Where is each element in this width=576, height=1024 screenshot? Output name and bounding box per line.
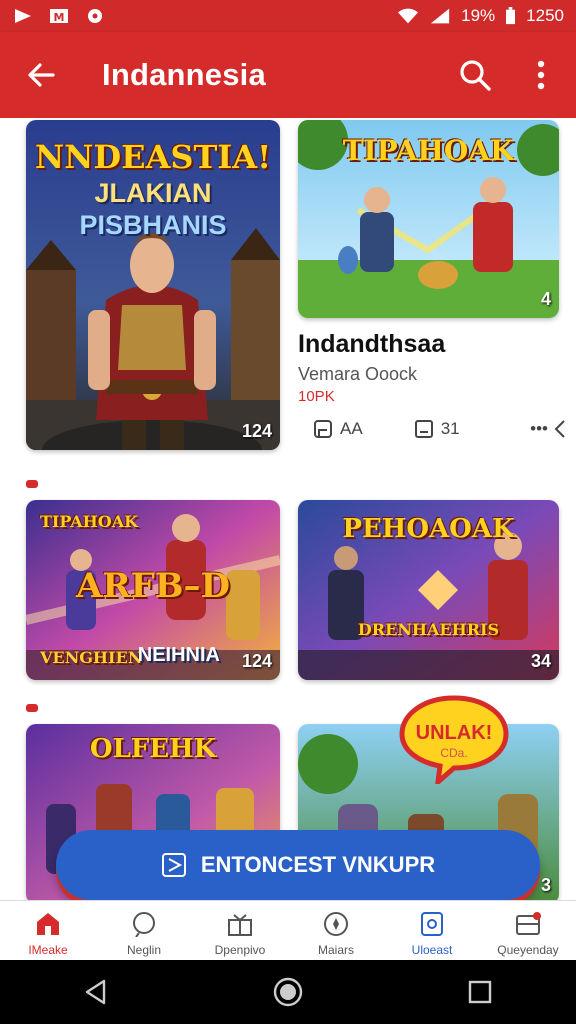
poster-title: NNDEASTIA! (34, 138, 272, 176)
promo-bubble[interactable]: UNLAK! CDa. (398, 694, 510, 789)
game-count: 34 (530, 651, 551, 671)
game-card[interactable]: PEHOAOAK DRENHAEHRIS 34 (298, 500, 559, 680)
promo-subtext: CDa. (440, 746, 468, 760)
circle-home-icon (273, 977, 303, 1007)
signal-icon (430, 8, 450, 24)
nav-item-home[interactable]: IMeake (0, 901, 96, 961)
thumbnail-title: TIPAHOAK (342, 134, 515, 167)
chat-icon (133, 912, 155, 937)
arrow-back-icon (28, 63, 55, 87)
nav-label: IMeake (28, 943, 68, 957)
section-marker (26, 480, 38, 488)
nav-label: Neglin (126, 943, 162, 957)
more-action[interactable]: ••• (530, 419, 566, 439)
library-icon (421, 912, 443, 936)
game-count: 124 (241, 651, 272, 671)
add-action[interactable]: AA (312, 418, 363, 440)
app-notification-icon: M (50, 9, 68, 24)
svg-text:M: M (54, 11, 65, 24)
nav-item-inbox[interactable]: Queyenday (480, 901, 576, 961)
content-scroll[interactable]: NNDEASTIA! JLAKIAN PISBHANIS 124 TIPAHOA… (0, 118, 576, 900)
nav-item-explore[interactable]: Maiars (288, 901, 384, 961)
triangle-back-icon (85, 979, 106, 1005)
game-tag-right: NEIHNIA (137, 644, 220, 666)
record-icon (88, 9, 102, 23)
more-vert-icon (537, 60, 545, 90)
system-recents-button[interactable] (450, 962, 510, 1022)
comment-action-count: 31 (440, 419, 460, 438)
inbox-icon (516, 912, 541, 935)
play-icon (161, 853, 186, 877)
poster-count: 124 (241, 421, 272, 441)
game-mid-label: DRENHAEHRIS (357, 620, 500, 639)
nav-label: Dpenpivo (214, 943, 266, 957)
nav-item-gift[interactable]: Dpenpivo (192, 901, 288, 961)
poster-subtitle-2: PISBHANIS (79, 210, 227, 240)
cta-label: ENTONCEST VNKUPR (200, 852, 436, 877)
nav-label: Queyenday (497, 943, 559, 957)
item-title: Indandthsaa (298, 330, 446, 358)
more-dots: ••• (530, 419, 548, 438)
add-action-count: AA (340, 419, 363, 438)
comment-action[interactable]: 31 (413, 418, 460, 440)
chevron-left-icon (554, 420, 565, 438)
nav-label: Uloeast (411, 943, 453, 957)
system-navigation-bar (0, 960, 576, 1024)
home-icon (37, 913, 59, 935)
featured-thumbnail-card[interactable]: TIPAHOAK 4 (298, 120, 559, 318)
game-count: 3 (540, 875, 551, 895)
back-button[interactable] (16, 50, 66, 100)
status-bar: M 19% 1250 (0, 0, 576, 32)
search-button[interactable] (452, 52, 498, 98)
game-mid-label: ARFB–D (76, 566, 230, 606)
bookmark-add-icon (314, 420, 332, 438)
square-recents-icon (468, 980, 492, 1004)
compass-icon (324, 912, 348, 936)
clock: 1250 (526, 6, 564, 25)
item-price: 10PK (298, 388, 335, 405)
search-icon (460, 60, 491, 91)
game-title: PEHOAOAK (342, 514, 515, 544)
overflow-menu-button[interactable] (518, 52, 564, 98)
app-bar: Indannesia (0, 32, 576, 118)
nav-label: Maiars (317, 943, 354, 957)
nav-item-chat[interactable]: Neglin (96, 901, 192, 961)
nav-item-library[interactable]: Uloeast (384, 901, 480, 961)
system-home-button[interactable] (258, 962, 318, 1022)
game-title: OLFEHK (89, 734, 217, 764)
thumbnail-badge: 4 (540, 289, 551, 309)
promo-text: UNLAK! (415, 722, 493, 744)
game-title: TIPAHOAK (40, 512, 139, 531)
game-card[interactable]: TIPAHOAK ARFB–D VENGHIEN NEIHNIA 124 (26, 500, 280, 680)
bottom-navigation: IMeake Neglin Dpenpivo Maiars Uloeast Qu… (0, 900, 576, 961)
wifi-icon (398, 8, 419, 24)
featured-poster-card[interactable]: NNDEASTIA! JLAKIAN PISBHANIS 124 (26, 120, 280, 450)
page-title: Indannesia (102, 57, 266, 92)
battery-icon (506, 7, 516, 25)
system-back-button[interactable] (66, 962, 126, 1022)
primary-cta-button[interactable]: ENTONCEST VNKUPR (56, 830, 540, 900)
comment-icon (414, 420, 433, 438)
poster-subtitle-1: JLAKIAN (94, 178, 212, 208)
item-subtitle: Vemara Ooock (298, 364, 418, 384)
play-store-icon (15, 9, 31, 23)
battery-percent: 19% (461, 6, 496, 25)
gift-icon (228, 914, 252, 936)
item-actions: AA 31 ••• (312, 418, 572, 440)
section-marker (26, 704, 38, 712)
